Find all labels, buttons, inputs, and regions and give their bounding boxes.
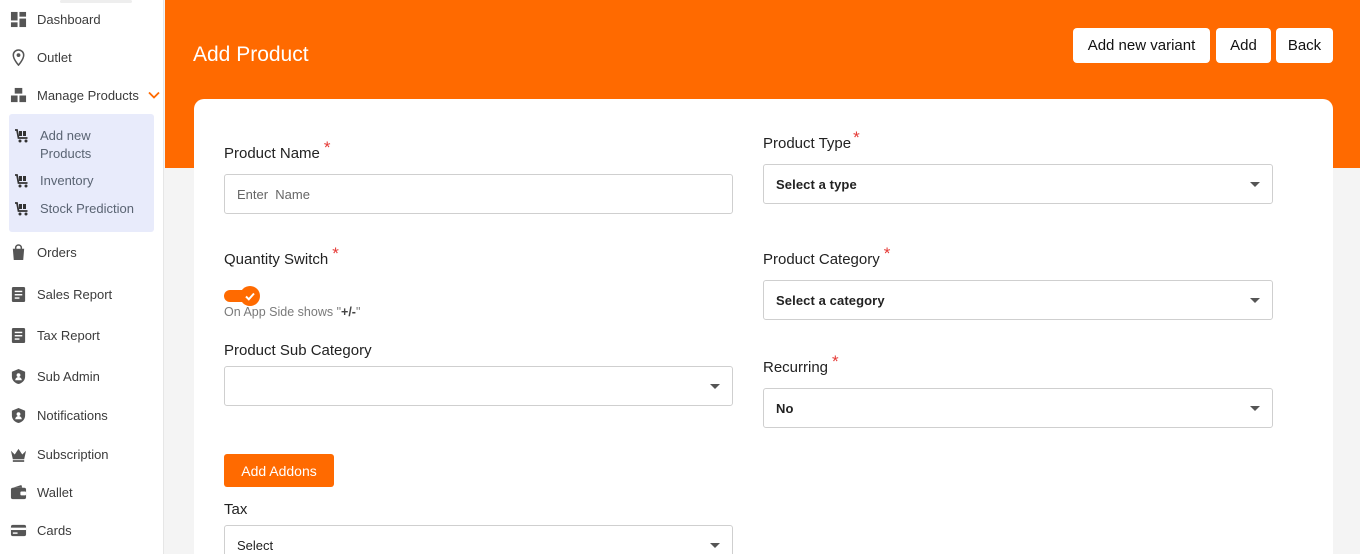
chevron-down-icon[interactable] (148, 89, 160, 101)
product-type-value: Select a type (776, 176, 857, 192)
cart-icon (14, 201, 30, 217)
back-button[interactable]: Back (1276, 28, 1333, 63)
sidebar-item-label: Tax Report (37, 327, 100, 343)
tax-value: Select (237, 537, 274, 553)
sidebar-item-label: Wallet (37, 484, 73, 500)
product-name-label: Product Name * (224, 138, 331, 162)
quantity-switch-hint: On App Side shows "+/-" (224, 305, 361, 319)
report-icon (9, 326, 27, 344)
sidebar-item-label: Subscription (37, 446, 109, 462)
sidebar-item-sub-admin[interactable]: Sub Admin (0, 364, 164, 388)
product-type-label: Product Type * (763, 128, 860, 152)
sidebar-item-label: Orders (37, 244, 77, 260)
card-icon (9, 521, 27, 539)
cart-icon (14, 128, 30, 144)
sidebar-item-cards[interactable]: Cards (0, 518, 164, 542)
product-sub-category-select[interactable] (224, 366, 733, 406)
recurring-select[interactable]: No (763, 388, 1273, 428)
location-pin-icon (9, 48, 27, 66)
quantity-switch-label: Quantity Switch * (224, 244, 339, 268)
sidebar-item-label: Outlet (37, 49, 72, 65)
sidebar-item-dashboard[interactable]: Dashboard (0, 7, 164, 31)
recurring-label: Recurring * (763, 352, 839, 376)
submenu-item-label: Stock Prediction (40, 201, 134, 216)
boxes-icon (9, 86, 27, 104)
required-mark: * (853, 128, 860, 147)
quantity-switch-toggle[interactable] (224, 286, 260, 306)
manage-products-submenu: Add new Products Inventory Stock Predicti… (9, 114, 154, 232)
shield-user-icon (9, 406, 27, 424)
product-sub-category-label: Product Sub Category (224, 342, 372, 359)
cart-icon (14, 173, 30, 189)
submenu-item-label: Inventory (40, 173, 94, 188)
page-title: Add Product (193, 43, 309, 66)
sidebar-item-label: Manage Products (37, 87, 139, 103)
sidebar-item-subscription[interactable]: Subscription (0, 442, 164, 466)
sidebar-item-label: Sub Admin (37, 368, 100, 384)
sidebar-item-label: Notifications (37, 407, 108, 423)
add-new-variant-button[interactable]: Add new variant (1073, 28, 1210, 63)
product-category-label: Product Category * (763, 244, 891, 268)
required-mark: * (883, 244, 891, 263)
tax-label: Tax (224, 501, 248, 518)
sidebar-item-label: Dashboard (37, 11, 101, 27)
caret-down-icon (710, 384, 720, 389)
check-icon (240, 286, 260, 306)
product-category-select[interactable]: Select a category (763, 280, 1273, 320)
submenu-item-label: Add new Products (40, 128, 92, 161)
sidebar-item-orders[interactable]: Orders (0, 240, 164, 264)
caret-down-icon (1250, 406, 1260, 411)
report-icon (9, 285, 27, 303)
submenu-item-inventory[interactable]: Inventory (14, 172, 93, 190)
sidebar-item-notifications[interactable]: Notifications (0, 403, 164, 427)
crown-icon (9, 445, 27, 463)
add-addons-button[interactable]: Add Addons (224, 454, 334, 487)
product-name-field[interactable] (224, 174, 733, 214)
required-mark: * (332, 244, 339, 263)
product-category-value: Select a category (776, 292, 885, 308)
required-mark: * (832, 352, 839, 371)
required-mark: * (323, 138, 331, 157)
shopping-bag-icon (9, 243, 27, 261)
recurring-value: No (776, 400, 794, 416)
dashboard-icon (9, 10, 27, 28)
sidebar-item-manage-products[interactable]: Manage Products (0, 83, 164, 107)
submenu-item-stock-prediction[interactable]: Stock Prediction (14, 200, 134, 218)
caret-down-icon (1250, 182, 1260, 187)
submenu-item-add-new-products[interactable]: Add new Products (14, 127, 91, 163)
sidebar-item-wallet[interactable]: Wallet (0, 480, 164, 504)
sidebar: Dashboard Outlet Manage Products Add new… (0, 0, 164, 554)
product-type-select[interactable]: Select a type (763, 164, 1273, 204)
add-button[interactable]: Add (1216, 28, 1271, 63)
shield-user-icon (9, 367, 27, 385)
product-name-input[interactable] (237, 186, 732, 202)
wallet-icon (9, 483, 27, 501)
tax-select[interactable]: Select (224, 525, 733, 554)
sidebar-top-indicator (60, 0, 132, 3)
sidebar-item-label: Sales Report (37, 286, 113, 302)
sidebar-item-tax-report[interactable]: Tax Report (0, 323, 164, 347)
caret-down-icon (1250, 298, 1260, 303)
sidebar-item-sales-report[interactable]: Sales Report (0, 282, 164, 306)
sidebar-item-outlet[interactable]: Outlet (0, 45, 164, 69)
caret-down-icon (710, 543, 720, 548)
sidebar-item-label: Cards (37, 522, 72, 538)
